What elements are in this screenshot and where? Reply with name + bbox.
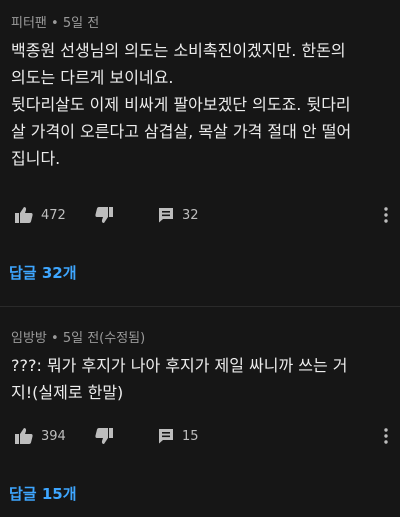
more-vertical-icon bbox=[384, 428, 388, 444]
like-button[interactable]: 394 bbox=[14, 424, 66, 448]
thumbs-up-icon bbox=[15, 207, 33, 223]
comment-meta: 피터팬 • 5일 전 bbox=[11, 12, 99, 31]
like-count: 472 bbox=[41, 207, 66, 223]
comment-author[interactable]: 피터팬 bbox=[11, 16, 47, 31]
comment-text-line: ???: 뭐가 후지가 나아 후지가 제일 싸니까 쓰는 거 bbox=[11, 356, 348, 375]
comment-actions: 472 32 bbox=[0, 203, 400, 227]
meta-separator: • bbox=[51, 16, 59, 31]
comment-text-line: 지!(실제로 한말) bbox=[11, 383, 124, 402]
more-options-button[interactable] bbox=[384, 203, 388, 227]
meta-separator: • bbox=[51, 331, 59, 346]
comment-text-line: 백종원 선생님의 의도는 소비촉진이겠지만. 한돈의 bbox=[11, 41, 346, 60]
view-replies-link[interactable]: 답글 32개 bbox=[9, 262, 77, 283]
comment-time: 5일 전(수정됨) bbox=[62, 331, 146, 346]
comment-text-line: 뒷다리살도 이제 비싸게 팔아보겠단 의도죠. 뒷다리 bbox=[11, 95, 351, 114]
thumbs-down-icon bbox=[95, 207, 113, 223]
comment-text: 백종원 선생님의 의도는 소비촉진이겠지만. 한돈의 의도는 다르게 보이네요.… bbox=[11, 37, 395, 172]
reply-comment-icon bbox=[159, 429, 173, 444]
reply-comment-icon bbox=[159, 208, 173, 223]
reply-count: 32 bbox=[182, 207, 199, 223]
comment-2: 임방방 • 5일 전(수정됨) ???: 뭐가 후지가 나아 후지가 제일 싸니… bbox=[0, 311, 400, 517]
more-vertical-icon bbox=[384, 207, 388, 223]
more-options-button[interactable] bbox=[384, 424, 388, 448]
like-button[interactable]: 472 bbox=[14, 203, 66, 227]
dislike-button[interactable] bbox=[94, 424, 114, 448]
like-count: 394 bbox=[41, 428, 66, 444]
comment-actions: 394 15 bbox=[0, 424, 400, 448]
comment-time: 5일 전 bbox=[62, 16, 100, 31]
dislike-button[interactable] bbox=[94, 203, 114, 227]
comment-text-line: 살 가격이 오른다고 삼겹살, 목살 가격 절대 안 떨어 bbox=[11, 122, 352, 141]
comment-text-line: 집니다. bbox=[11, 149, 61, 168]
view-replies-link[interactable]: 답글 15개 bbox=[9, 483, 77, 504]
comment-meta: 임방방 • 5일 전(수정됨) bbox=[11, 327, 145, 346]
reply-count: 15 bbox=[182, 428, 199, 444]
comment-author[interactable]: 임방방 bbox=[11, 331, 47, 346]
thumbs-up-icon bbox=[15, 428, 33, 444]
reply-button[interactable]: 15 bbox=[157, 424, 199, 448]
comment-1: 피터팬 • 5일 전 백종원 선생님의 의도는 소비촉진이겠지만. 한돈의 의도… bbox=[0, 0, 400, 300]
comment-divider bbox=[0, 306, 400, 307]
comment-text-line: 의도는 다르게 보이네요. bbox=[11, 68, 174, 87]
reply-button[interactable]: 32 bbox=[157, 203, 199, 227]
thumbs-down-icon bbox=[95, 428, 113, 444]
comment-text: ???: 뭐가 후지가 나아 후지가 제일 싸니까 쓰는 거 지!(실제로 한말… bbox=[11, 352, 395, 406]
